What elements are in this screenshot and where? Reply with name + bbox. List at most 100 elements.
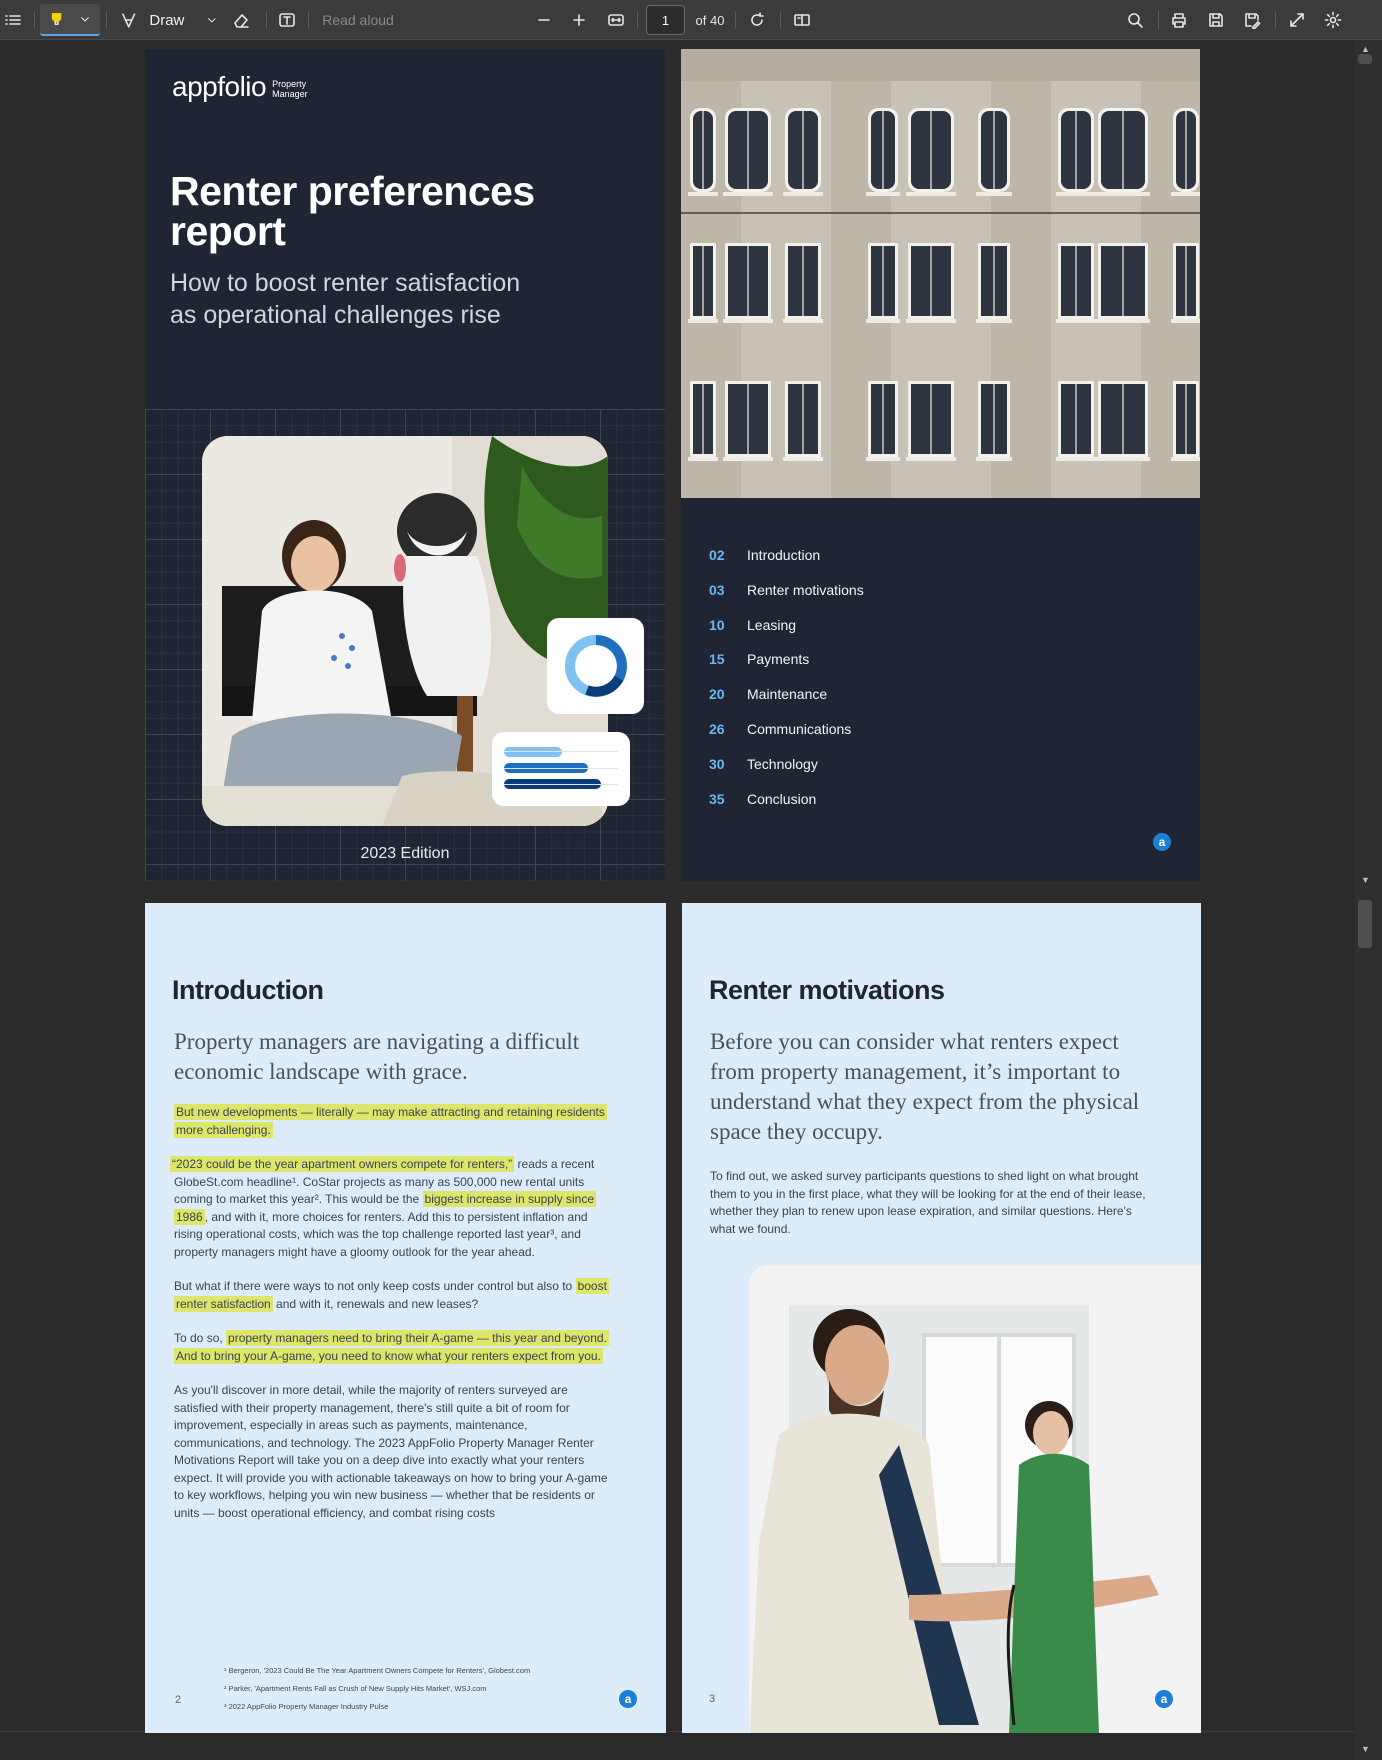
- renter-motivations-page: Renter motivations Before you can consid…: [682, 903, 1201, 1733]
- chevron-down-icon: [81, 17, 89, 22]
- appfolio-brand-mark-icon: a: [619, 1690, 637, 1708]
- draw-button[interactable]: Draw: [120, 0, 218, 40]
- footnote-1: ¹ Bergeron, '2023 Could Be The Year Apar…: [224, 1666, 531, 1675]
- search-button[interactable]: [1122, 0, 1148, 40]
- toc-item[interactable]: 15 Payments: [709, 649, 809, 669]
- appfolio-logo: appfolio Property Manager: [172, 71, 308, 103]
- printer-icon: [1172, 13, 1186, 28]
- page-number-value: 1: [661, 12, 670, 28]
- save-disk-icon: [1209, 13, 1223, 27]
- motivations-lead: Before you can consider what renters exp…: [710, 1029, 1140, 1144]
- motivations-body: To find out, we asked survey participant…: [710, 1169, 1146, 1236]
- scrollbar-thumb[interactable]: [1358, 900, 1372, 948]
- toc-item[interactable]: 26 Communications: [709, 719, 851, 739]
- bottom-strip: [0, 1731, 1355, 1760]
- zoom-in-button[interactable]: [567, 0, 591, 40]
- save-as-icon: [1245, 13, 1261, 29]
- toc-item-label: Conclusion: [747, 790, 817, 807]
- appfolio-brand-mark-icon: a: [1155, 1690, 1173, 1708]
- text-box-icon: [279, 13, 295, 27]
- toc-item-number: 30: [709, 755, 725, 772]
- add-text-button[interactable]: [274, 0, 300, 40]
- scroll-down-arrow-icon[interactable]: ▼: [1361, 875, 1370, 885]
- toc-item-label: Leasing: [747, 616, 797, 633]
- toc-item-number: 35: [709, 790, 725, 807]
- page-number-3: 3: [709, 1693, 716, 1705]
- fullscreen-button[interactable]: [1284, 0, 1310, 40]
- introduction-heading: Introduction: [172, 975, 324, 1005]
- page-total: of 40: [692, 0, 728, 40]
- cover-subtitle: How to boost renter satisfaction as oper…: [170, 269, 521, 329]
- eraser-button[interactable]: [228, 0, 254, 40]
- minus-icon: [538, 19, 550, 21]
- highlight-button[interactable]: [40, 4, 100, 36]
- bar-chart-card: [492, 732, 630, 806]
- rotate-button[interactable]: [745, 0, 769, 40]
- donut-chart-icon: [564, 635, 627, 697]
- scroll-up-arrow-icon[interactable]: ▲: [1361, 44, 1370, 54]
- toc-item-label: Introduction: [747, 547, 821, 563]
- introduction-lead: Property managers are navigating a diffi…: [174, 1029, 580, 1084]
- toc-item[interactable]: 30 Technology: [709, 754, 818, 774]
- donut-chart-card: [547, 618, 644, 714]
- expand-icon: [1290, 13, 1304, 27]
- search-icon: [1128, 13, 1143, 28]
- edition-label: 2023 Edition: [360, 845, 450, 862]
- toc-item-number: 10: [709, 616, 725, 633]
- toc-item-label: Communications: [747, 721, 852, 737]
- chevron-down-icon: [208, 18, 216, 23]
- eraser-icon: [234, 14, 249, 28]
- draw-pen-icon: [122, 13, 136, 28]
- appfolio-brand-mark-icon: a: [1153, 833, 1171, 851]
- contents-list-icon[interactable]: [2, 0, 24, 40]
- renter-motivations-heading: Renter motivations: [709, 975, 945, 1005]
- logo-sub-manager: Manager: [272, 89, 308, 99]
- print-button[interactable]: [1166, 0, 1192, 40]
- pdf-toolbar: Draw Read aloud 1 of 40: [0, 0, 1382, 40]
- toc-item-number: 20: [709, 686, 725, 703]
- read-aloud-button[interactable]: Read aloud: [318, 0, 398, 40]
- toc-item[interactable]: 20 Maintenance: [709, 684, 827, 704]
- rotate-icon: [751, 12, 764, 26]
- cover-title: Renter preferences report: [170, 168, 535, 254]
- draw-label: Draw: [149, 11, 185, 29]
- toc-item[interactable]: 35 Conclusion: [709, 789, 816, 809]
- toc-item-number: 15: [709, 651, 725, 668]
- save-button[interactable]: [1203, 0, 1229, 40]
- footnote-2: ² Parker, 'Apartment Rents Fall as Crush…: [224, 1684, 487, 1693]
- toc-item[interactable]: 02 Introduction: [709, 545, 820, 565]
- two-page-view-icon: [794, 14, 810, 26]
- settings-button[interactable]: [1320, 0, 1346, 40]
- logo-sub-property: Property: [272, 79, 307, 89]
- logo-wordmark: appfolio: [172, 71, 267, 102]
- scrollbar-thumb[interactable]: [1358, 54, 1372, 64]
- footnote-3: ³ 2022 AppFolio Property Manager Industr…: [224, 1702, 389, 1711]
- introduction-page: Introduction Property managers are navig…: [145, 903, 666, 1733]
- zoom-out-button[interactable]: [532, 0, 556, 40]
- gear-icon: [1324, 11, 1342, 29]
- toc-item-number: 02: [709, 547, 725, 563]
- page-number-input[interactable]: 1: [646, 5, 685, 35]
- toc-item-number: 26: [709, 721, 725, 737]
- contents-page: 02 Introduction 03 Renter motivations 10 Leas…: [681, 49, 1200, 881]
- footnotes: ¹ Bergeron, '2023 Could Be The Year Apar…: [224, 1662, 530, 1716]
- save-as-button[interactable]: [1239, 0, 1265, 40]
- highlighter-icon: [51, 12, 62, 26]
- toc-item[interactable]: 03 Renter motivations: [709, 580, 864, 600]
- toc-item-number: 03: [709, 581, 725, 598]
- fit-width-button[interactable]: [603, 0, 629, 40]
- plus-icon: [573, 14, 585, 26]
- page-number-2: 2: [175, 1694, 182, 1706]
- toc-item-label: Maintenance: [747, 686, 828, 703]
- toc-item-label: Technology: [747, 755, 818, 772]
- building-facade-photo: [681, 49, 1200, 498]
- scroll-down-arrow-icon[interactable]: ▼: [1361, 1744, 1370, 1754]
- fit-width-icon: [608, 14, 624, 26]
- toc-item-label: Renter motivations: [747, 581, 864, 598]
- introduction-body: But new developments — literally — may m…: [170, 1104, 609, 1520]
- read-aloud-label: Read aloud: [322, 12, 394, 28]
- cover-page: appfolio Property Manager Renter prefere…: [145, 49, 665, 881]
- couple-in-apartment-photo: [749, 1265, 1201, 1733]
- page-view-button[interactable]: [789, 0, 815, 40]
- toc-item[interactable]: 10 Leasing: [709, 615, 796, 635]
